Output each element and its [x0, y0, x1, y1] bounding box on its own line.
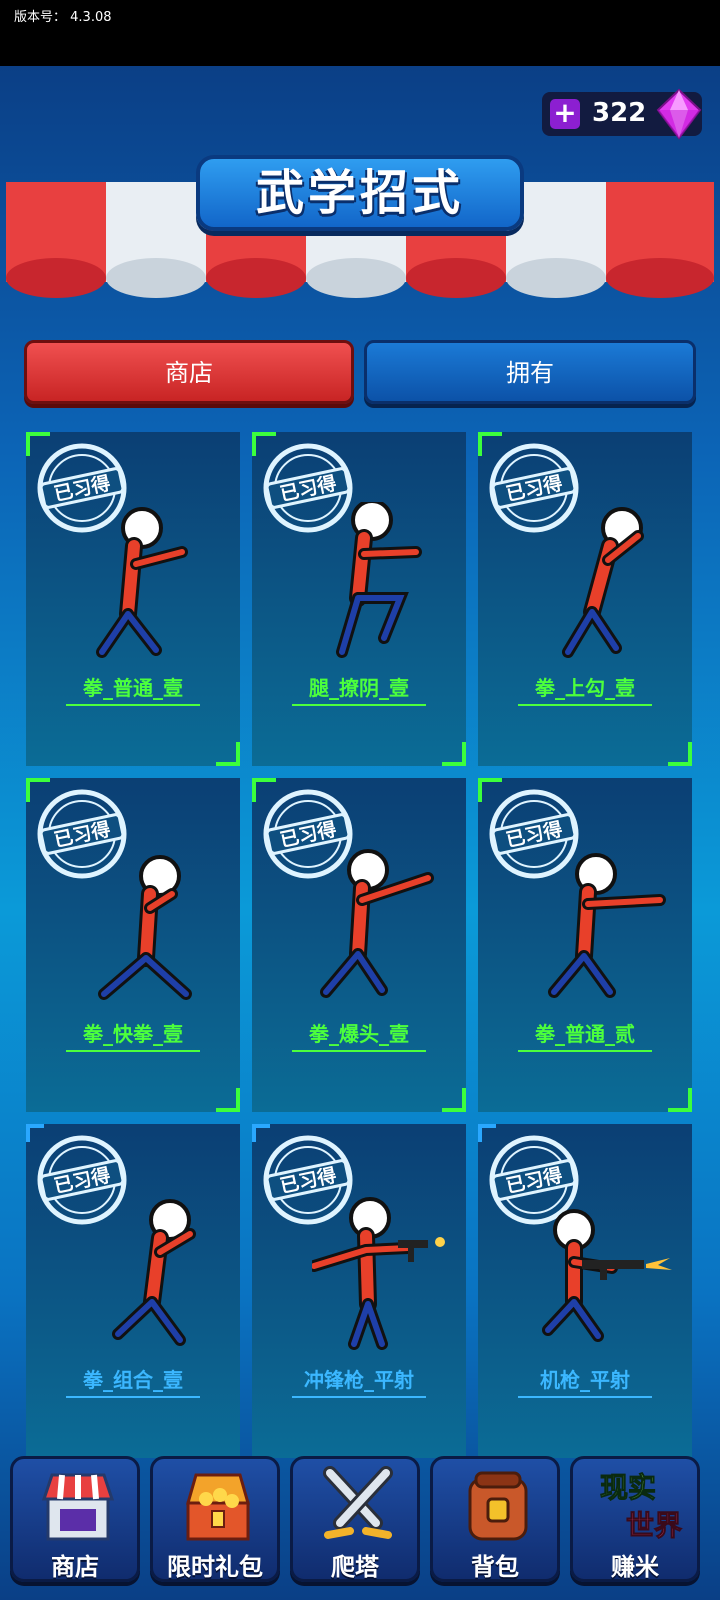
stickman-smg-figure: [312, 1197, 445, 1350]
stickman-uppercut-figure: [562, 507, 644, 658]
move-card[interactable]: 已习得 拳_上勾_壹: [478, 432, 692, 766]
move-underline: [292, 1050, 426, 1052]
version-text: 版本号： 4.3.08: [14, 10, 112, 25]
crossed-swords-icon: [323, 1466, 393, 1539]
move-underline: [66, 1396, 200, 1398]
move-name: 拳_快拳_壹: [83, 1022, 183, 1046]
move-card[interactable]: 已习得 拳_普通_壹: [26, 432, 240, 766]
nav-tower-button[interactable]: 爬塔: [290, 1456, 420, 1582]
move-card[interactable]: 已习得 机枪_平射: [478, 1124, 692, 1458]
move-underline: [66, 1050, 200, 1052]
move-card[interactable]: 已习得 拳_爆头_壹: [252, 778, 466, 1112]
stickman-kick-figure: [336, 502, 422, 658]
move-name: 拳_组合_壹: [83, 1368, 183, 1392]
tab-shop[interactable]: 商店: [24, 340, 354, 404]
card-corner: [442, 1088, 466, 1112]
page-title: 武学招式: [255, 165, 464, 221]
nav-label: 赚米: [611, 1553, 659, 1581]
nav-limited-pack-button[interactable]: 限时礼包: [150, 1456, 280, 1582]
backpack-icon: [468, 1471, 528, 1541]
card-corner: [216, 1088, 240, 1112]
move-underline: [292, 1396, 426, 1398]
stickman-punch-figure: [96, 507, 188, 658]
nav-label: 爬塔: [331, 1553, 379, 1581]
real-world-icon: 现实世界: [600, 1471, 683, 1543]
move-name: 拳_普通_壹: [83, 676, 183, 700]
move-underline: [518, 1050, 652, 1052]
nav-earn-button[interactable]: 现实世界 赚米: [570, 1456, 700, 1582]
move-underline: [292, 704, 426, 706]
move-underline: [518, 704, 652, 706]
move-underline: [518, 1396, 652, 1398]
nav-backpack-button[interactable]: 背包: [430, 1456, 560, 1582]
add-gems-button[interactable]: +: [550, 99, 580, 129]
move-name: 冲锋枪_平射: [304, 1368, 414, 1392]
svg-text:世界: 世界: [626, 1509, 682, 1542]
treasure-chest-icon: [186, 1473, 250, 1541]
svg-text:现实: 现实: [600, 1471, 656, 1504]
move-card[interactable]: 已习得 拳_普通_贰: [478, 778, 692, 1112]
stickman-headshot-figure: [320, 849, 434, 998]
move-card[interactable]: 已习得 冲锋枪_平射: [252, 1124, 466, 1458]
move-name: 腿_撩阴_壹: [309, 676, 409, 700]
nav-label: 商店: [51, 1553, 99, 1581]
move-underline: [66, 704, 200, 706]
moves-grid: 已习得 拳_普通_壹 已习得 腿_撩阴_壹 已习得 拳_上勾_壹 已习得 拳_快…: [26, 432, 694, 1458]
bottom-nav: 商店 限时礼包 爬塔 背包 现实世界 赚米: [0, 1456, 720, 1600]
shop-icon: [41, 1473, 115, 1541]
gem-counter: + 322: [542, 88, 702, 140]
card-corner: [668, 742, 692, 766]
stickman-quick-punch-figure: [98, 855, 192, 1000]
nav-label: 限时礼包: [167, 1553, 263, 1581]
stickman-mg-figure: [542, 1209, 672, 1342]
tab-owned[interactable]: 拥有: [364, 340, 696, 404]
gem-icon: [656, 88, 702, 140]
move-name: 拳_普通_贰: [535, 1022, 635, 1046]
title-banner: 武学招式: [196, 155, 524, 231]
move-card[interactable]: 已习得 拳_组合_壹: [26, 1124, 240, 1458]
move-card[interactable]: 已习得 腿_撩阴_壹: [252, 432, 466, 766]
card-corner: [216, 742, 240, 766]
status-bar: 版本号： 4.3.08: [0, 0, 720, 66]
move-name: 拳_爆头_壹: [309, 1022, 409, 1046]
card-corner: [442, 742, 466, 766]
stickman-punch2-figure: [548, 853, 666, 998]
gem-count: 322: [592, 98, 647, 128]
nav-label: 背包: [471, 1553, 519, 1581]
card-corner: [668, 1088, 692, 1112]
nav-shop-button[interactable]: 商店: [10, 1456, 140, 1582]
stickman-combo-figure: [112, 1199, 196, 1346]
move-name: 机枪_平射: [540, 1368, 630, 1392]
move-name: 拳_上勾_壹: [535, 676, 635, 700]
move-card[interactable]: 已习得 拳_快拳_壹: [26, 778, 240, 1112]
